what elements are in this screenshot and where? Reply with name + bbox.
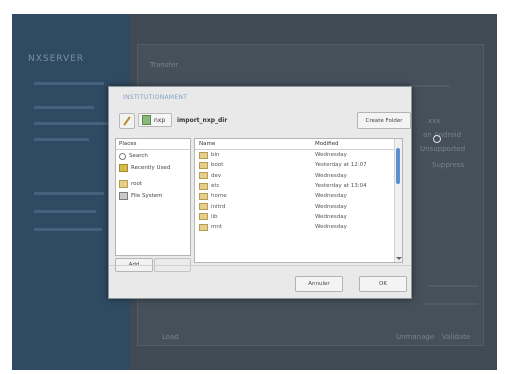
- background-sidebar-item: [34, 228, 102, 231]
- file-row[interactable]: initrd Wednesday: [195, 201, 402, 211]
- column-modified-header[interactable]: Modified: [313, 139, 402, 149]
- file-modified: Wednesday: [315, 224, 347, 231]
- folder-icon: [119, 180, 128, 188]
- file-row[interactable]: home Wednesday: [195, 191, 402, 201]
- folder-icon: [199, 172, 208, 180]
- file-list-scrollbar[interactable]: [394, 139, 402, 262]
- place-label: Recently Used: [131, 165, 171, 171]
- folder-icon: [199, 203, 208, 211]
- file-modified: Wednesday: [315, 152, 347, 159]
- file-name: dev: [211, 172, 222, 179]
- search-icon: [119, 152, 126, 160]
- dialog-title: INSTITUTIONAMENT: [123, 94, 188, 101]
- ok-button[interactable]: OK: [359, 276, 407, 292]
- file-row[interactable]: mnt Wednesday: [195, 222, 402, 232]
- file-list-header: Name Modified: [195, 139, 402, 150]
- place-recently-used[interactable]: Recently Used: [116, 162, 190, 174]
- background-sidebar-item: [34, 192, 104, 195]
- background-text: Suppress: [432, 161, 465, 169]
- scrollbar-thumb[interactable]: [396, 148, 400, 184]
- background-text: Validate: [442, 333, 471, 341]
- file-name: mnt: [211, 224, 222, 231]
- background-sidebar-item: [34, 106, 94, 109]
- place-label: root: [131, 181, 143, 187]
- file-row[interactable]: bin Wednesday: [195, 150, 402, 160]
- file-row[interactable]: boot Yesterday at 12:07: [195, 160, 402, 170]
- recent-icon: [119, 164, 128, 172]
- background-text: an Android: [423, 131, 462, 139]
- file-modified: Yesterday at 13:04: [315, 183, 367, 190]
- background-sidebar-item: [34, 138, 89, 141]
- file-name: lib: [211, 213, 218, 220]
- background-logo: NXSERVER: [28, 54, 85, 64]
- dialog-separator: [109, 265, 411, 266]
- background-sidebar-item: [34, 210, 96, 213]
- place-label: Search: [129, 153, 148, 159]
- path-current-button[interactable]: import_nxp_dir: [175, 113, 273, 127]
- background-sidebar-item: [34, 82, 104, 85]
- folder-icon: [199, 151, 208, 159]
- file-modified: Yesterday at 12:07: [315, 162, 367, 169]
- file-modified: Wednesday: [315, 193, 347, 200]
- folder-icon: [199, 192, 208, 200]
- create-folder-button[interactable]: Create Folder: [357, 112, 411, 129]
- file-name: initrd: [211, 203, 226, 210]
- file-name: bin: [211, 152, 220, 159]
- folder-icon: [199, 182, 208, 190]
- background-text: Unmanage: [396, 333, 435, 341]
- file-row[interactable]: etc Yesterday at 13:04: [195, 181, 402, 191]
- file-name: boot: [211, 162, 224, 169]
- column-name-header[interactable]: Name: [195, 139, 313, 149]
- places-panel: Places Search Recently Used root File Sy…: [115, 138, 191, 256]
- scroll-down-arrow-icon[interactable]: [396, 257, 402, 260]
- background-text: Load: [162, 333, 179, 341]
- place-label: File System: [131, 193, 163, 199]
- cancel-button[interactable]: Annuler: [295, 276, 343, 292]
- file-modified: Wednesday: [315, 172, 347, 179]
- background-text: Transfer: [150, 61, 179, 69]
- file-modified: Wednesday: [315, 203, 347, 210]
- file-row[interactable]: lib Wednesday: [195, 212, 402, 222]
- path-root-button[interactable]: nxp: [138, 113, 172, 127]
- folder-icon: [199, 223, 208, 231]
- background-text: xxx: [428, 117, 441, 125]
- pencil-icon: [123, 116, 131, 126]
- file-name: home: [211, 193, 227, 200]
- filesystem-icon: [119, 192, 128, 200]
- place-search[interactable]: Search: [116, 150, 190, 162]
- place-file-system[interactable]: File System: [116, 190, 190, 202]
- folder-icon: [199, 213, 208, 221]
- background-sidebar-item: [34, 122, 109, 125]
- drive-icon: [142, 115, 151, 125]
- places-header[interactable]: Places: [116, 139, 190, 150]
- place-root[interactable]: root: [116, 178, 190, 190]
- edit-path-button[interactable]: [119, 113, 135, 129]
- background-divider: [423, 303, 478, 305]
- file-chooser-dialog: INSTITUTIONAMENT nxp import_nxp_dir Crea…: [108, 86, 412, 299]
- background-divider: [428, 285, 478, 287]
- file-name: etc: [211, 183, 220, 190]
- file-modified: Wednesday: [315, 213, 347, 220]
- path-root-label: nxp: [154, 116, 166, 124]
- background-text: Unsupported: [420, 145, 466, 153]
- path-bar: nxp import_nxp_dir Create Folder: [117, 111, 411, 129]
- folder-icon: [199, 161, 208, 169]
- mouse-cursor: [433, 135, 441, 143]
- file-row[interactable]: dev Wednesday: [195, 171, 402, 181]
- file-list: Name Modified bin Wednesday boot Yesterd…: [194, 138, 403, 263]
